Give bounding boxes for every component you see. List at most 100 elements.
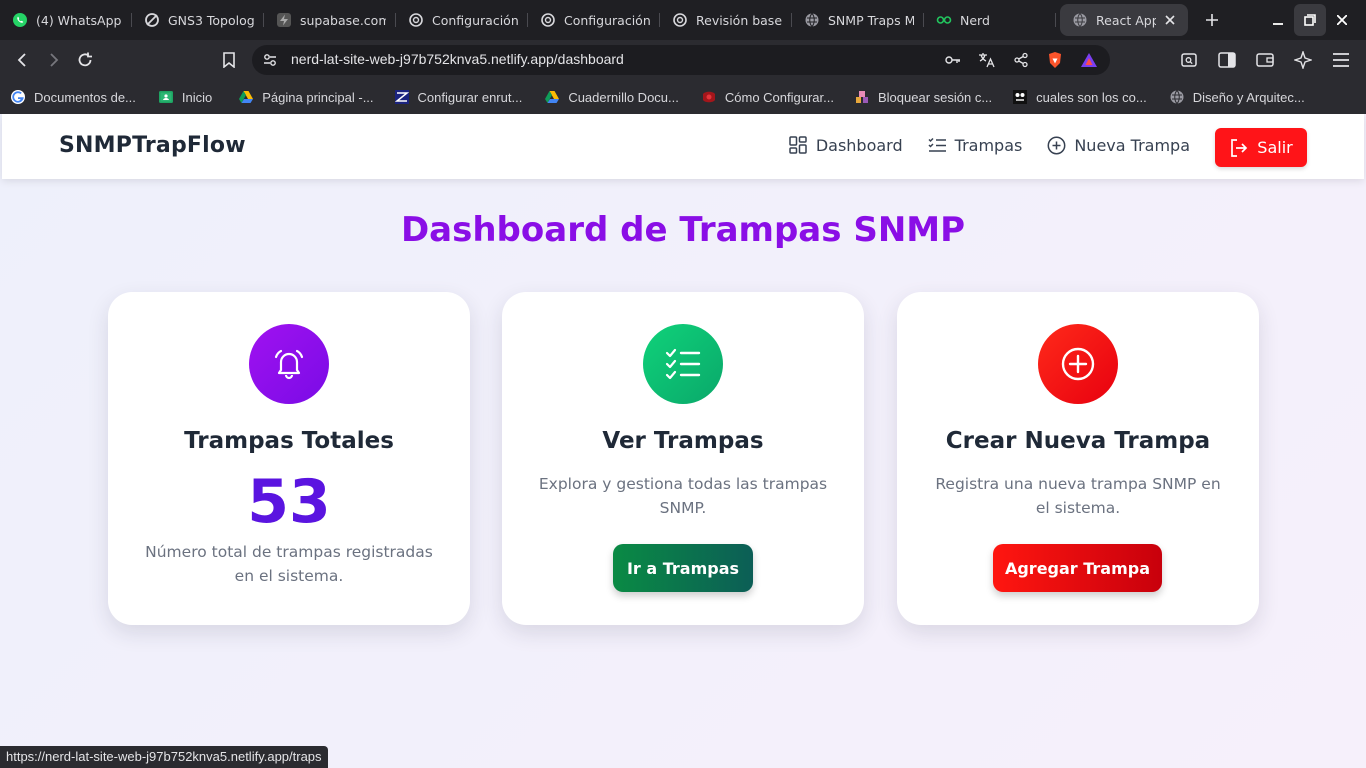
openai-icon [408,12,424,28]
plus-circle-icon [1046,135,1066,155]
arrow-left-icon [17,53,26,67]
bookmark-item[interactable]: Cuadernillo Docu... [544,89,679,105]
translate-icon[interactable] [976,49,998,71]
page-title: Dashboard de Trampas SNMP [400,210,966,250]
checklist-icon [665,348,701,380]
plus-icon [1206,14,1218,26]
tab-whatsapp[interactable]: (4) WhatsApp [0,4,132,36]
bookmark-item[interactable]: Inicio [158,89,212,105]
tab-configuracion-2[interactable]: Configuración [528,4,660,36]
status-url: https://nerd-lat-site-web-j97b752knva5.n… [0,746,328,768]
wallet-icon[interactable] [1250,45,1280,75]
nav-dashboard[interactable]: Dashboard [788,135,903,155]
site-icon [854,89,870,105]
tab-label: SNMP Traps M [828,12,914,28]
openai-icon [672,12,688,28]
nav-dashboard-label: Dashboard [815,135,903,155]
tab-label: Configuración [564,12,650,28]
sidebar-icon[interactable] [1212,45,1242,75]
logout-button[interactable]: Salir [1215,128,1307,167]
bookmark-item[interactable]: cuales son los co... [1012,89,1147,105]
nav-traps[interactable]: Trampas [927,135,1023,155]
openai-icon [540,12,556,28]
checklist-icon [927,135,947,155]
reload-button[interactable] [70,45,100,75]
bookmark-item[interactable]: Configurar enrut... [394,89,523,105]
tab-configuracion-1[interactable]: Configuración [396,4,528,36]
close-tab-icon[interactable] [1162,12,1178,28]
tab-react-app[interactable]: React App [1060,4,1188,36]
bookmark-label: Página principal -... [262,89,374,105]
tab-nerd[interactable]: Nerd [924,4,1056,36]
brand-logo[interactable]: SNMPTrapFlow [59,133,246,158]
menu-icon[interactable] [1326,45,1356,75]
restore-button[interactable] [1294,4,1326,36]
tab-label: GNS3 Topolog [168,12,254,28]
logout-label: Salir [1257,138,1293,157]
nav-new-trap-label: Nueva Trampa [1074,135,1190,155]
bookmarks-bar: Documentos de... Inicio Página principal… [0,80,1366,114]
reload-icon [78,52,92,67]
logout-icon [1229,138,1249,158]
reader-mode-icon[interactable] [1174,45,1204,75]
bookmark-label: Documentos de... [34,89,136,105]
bookmark-button[interactable] [214,45,244,75]
plus-circle-icon [1061,347,1095,381]
bookmark-item[interactable]: Diseño y Arquitec... [1169,89,1305,105]
card-title: Ver Trampas [602,428,764,454]
new-tab-button[interactable] [1196,4,1228,36]
tab-revision-base[interactable]: Revisión base [660,4,792,36]
bookmark-item[interactable]: Página principal -... [238,89,374,105]
globe-icon [804,12,820,28]
tab-label: React App [1096,12,1156,28]
bookmark-icon [223,52,235,68]
leo-ai-icon[interactable] [1288,45,1318,75]
app-header: SNMPTrapFlow Dashboard Trampas Nueva Tra… [2,114,1364,179]
window-controls [1262,4,1358,36]
brave-shields-icon[interactable] [1044,49,1066,71]
bookmark-label: Bloquear sesión c... [877,89,993,105]
bookmark-item[interactable]: Bloquear sesión c... [854,89,992,105]
card-title: Trampas Totales [184,428,394,454]
dashboard-grid-icon [788,135,808,155]
plus-circle-icon-circle [1038,324,1118,404]
globe-icon [1072,12,1088,28]
bookmark-label: cuales son los co... [1036,89,1147,105]
minimize-button[interactable] [1262,4,1294,36]
bookmark-item[interactable]: Documentos de... [10,89,136,105]
close-window-button[interactable] [1326,4,1358,36]
address-bar[interactable]: nerd-lat-site-web-j97b752knva5.netlify.a… [252,45,1110,75]
site-icon [394,89,410,105]
nav-new-trap[interactable]: Nueva Trampa [1046,135,1190,155]
forward-button[interactable] [38,45,68,75]
back-button[interactable] [8,45,38,75]
url-text: nerd-lat-site-web-j97b752knva5.netlify.a… [291,51,624,67]
tab-gns3[interactable]: GNS3 Topolog [132,4,264,36]
go-to-traps-button[interactable]: Ir a Trampas [613,544,753,592]
page-viewport: SNMPTrapFlow Dashboard Trampas Nueva Tra… [0,114,1366,768]
card-description: Número total de trampas registradas en e… [145,543,433,585]
tab-label: Nerd [960,12,990,28]
create-trap-card: Crear Nueva Trampa Registra una nueva tr… [897,292,1259,625]
tab-label: Configuración [432,12,518,28]
brave-rewards-icon[interactable] [1078,49,1100,71]
card-description: Registra una nueva trampa SNMP en el sis… [935,475,1221,517]
bookmark-label: Diseño y Arquitec... [1192,89,1305,105]
site-icon [1012,89,1028,105]
tab-supabase[interactable]: supabase.com [264,4,396,36]
classroom-icon [158,89,174,105]
bookmark-label: Configurar enrut... [417,89,523,105]
bookmark-label: Cómo Configurar... [724,89,834,105]
card-title: Crear Nueva Trampa [945,428,1211,454]
tab-snmp-traps[interactable]: SNMP Traps M [792,4,924,36]
browser-actions [1174,45,1356,75]
nav-traps-label: Trampas [954,135,1023,155]
tab-label: supabase.com [300,12,386,28]
bookmark-item[interactable]: Cómo Configurar... [701,89,834,105]
share-icon[interactable] [1010,49,1032,71]
checklist-icon-circle [643,324,723,404]
add-trap-button[interactable]: Agregar Trampa [993,544,1162,592]
site-settings-icon[interactable] [262,52,278,72]
tab-label: Revisión base [696,12,782,28]
key-icon[interactable] [942,49,964,71]
